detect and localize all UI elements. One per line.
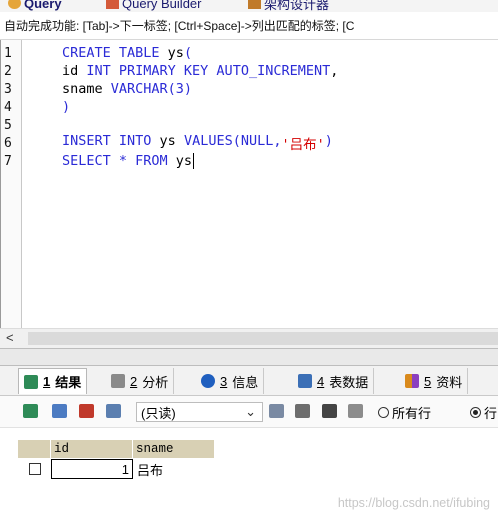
tab-table-data-label: 表数据: [329, 374, 369, 390]
code-token: ): [62, 99, 71, 115]
code-token: '吕布': [281, 137, 325, 153]
code-token: ys: [159, 133, 184, 149]
row-select-checkbox[interactable]: [18, 459, 51, 479]
radio-partial-rows-label: 行: [484, 406, 498, 421]
form-view-icon[interactable]: [106, 404, 121, 418]
editor-tab-strip: Query Query Builder 架构设计器: [0, 0, 498, 12]
export-icon[interactable]: [23, 404, 38, 418]
chevron-down-icon: ⌄: [245, 404, 256, 419]
tab-query[interactable]: Query: [8, 0, 62, 12]
copy-icon[interactable]: [79, 404, 94, 418]
line-number: 2: [4, 63, 12, 79]
line-number: 4: [4, 99, 12, 115]
radio-partial-rows-dot: [470, 407, 481, 418]
code-line[interactable]: 3 sname VARCHAR(3): [1, 80, 192, 98]
tab-info-num: 5: [424, 373, 432, 389]
code-token: ys: [167, 45, 184, 61]
checkbox-icon: [28, 463, 41, 475]
info-icon: [201, 374, 215, 388]
grid-icon: [24, 374, 38, 389]
tab-profiler-label: 分析: [142, 374, 169, 390]
code-token: ,: [330, 63, 339, 79]
profile-icon: [111, 374, 125, 388]
code-line[interactable]: 6 INSERT INTO ys VALUES(NULL, '吕布'): [1, 133, 333, 153]
code-token: sname: [62, 81, 111, 97]
pane-splitter[interactable]: [0, 348, 498, 366]
text-caret: [193, 153, 195, 169]
autocomplete-hint: 自动完成功能: [Tab]->下一标签; [Ctrl+Space]->列出匹配的…: [0, 12, 498, 40]
code-line[interactable]: 7 SELECT * FROM ys: [1, 152, 195, 170]
code-line[interactable]: 2 id INT PRIMARY KEY AUTO_INCREMENT,: [1, 62, 338, 80]
code-token: SELECT * FROM: [62, 153, 176, 169]
code-token: id: [62, 63, 87, 79]
tab-results-num: 1: [43, 374, 51, 389]
result-toolbar: (只读) ⌄ 所有行 行: [0, 396, 498, 428]
code-token: CREATE TABLE: [62, 45, 168, 61]
scroll-left-icon[interactable]: <: [6, 330, 14, 345]
tab-query-builder-label: Query Builder: [122, 0, 202, 11]
tab-profiler-num: 2: [130, 373, 138, 389]
tab-info[interactable]: 5 资料: [400, 368, 469, 394]
code-token: ys: [175, 153, 193, 169]
tab-messages-label: 信息: [232, 374, 259, 390]
line-number: 6: [4, 135, 12, 151]
code-token: INSERT INTO: [62, 133, 160, 149]
query-icon: [8, 0, 21, 9]
radio-all-rows-label: 所有行: [392, 406, 432, 421]
delete-icon[interactable]: [322, 404, 337, 418]
tab-query-builder[interactable]: Query Builder: [106, 0, 201, 12]
result-mode-select[interactable]: (只读) ⌄: [136, 402, 263, 422]
line-number: 7: [4, 153, 12, 169]
tab-schema-designer[interactable]: 架构设计器: [248, 0, 329, 12]
tab-schema-designer-label: 架构设计器: [264, 0, 330, 12]
refresh-icon[interactable]: [348, 404, 363, 418]
table-cell-sname[interactable]: 吕布: [133, 459, 215, 479]
result-mode-value: (只读): [141, 405, 176, 421]
scrollbar-thumb[interactable]: [28, 332, 498, 345]
table-cell-id[interactable]: 1: [51, 459, 133, 479]
schema-designer-icon: [248, 0, 261, 9]
editor-horizontal-scrollbar[interactable]: <: [0, 328, 498, 348]
query-builder-icon: [106, 0, 119, 9]
tab-info-label: 资料: [436, 374, 463, 390]
insert-row-icon[interactable]: [269, 404, 284, 418]
code-line[interactable]: 1 CREATE TABLE ys(: [1, 44, 192, 62]
line-number: 5: [4, 117, 12, 133]
tab-table-data-num: 4: [317, 373, 325, 389]
result-tabs: 1 结果 2 分析 3 信息 4 表数据 5 资料: [0, 366, 498, 396]
import-icon[interactable]: [52, 404, 67, 418]
radio-partial-rows[interactable]: 行: [470, 403, 497, 422]
tab-messages-num: 3: [220, 373, 228, 389]
radio-all-rows-dot: [378, 407, 389, 418]
radio-all-rows[interactable]: 所有行: [378, 403, 431, 422]
tab-messages[interactable]: 3 信息: [196, 368, 265, 394]
code-token: INT PRIMARY KEY AUTO_INCREMENT: [86, 63, 331, 79]
line-number: 3: [4, 81, 12, 97]
tab-results[interactable]: 1 结果: [18, 368, 88, 394]
save-icon[interactable]: [295, 404, 310, 418]
watermark: https://blog.csdn.net/ifubing: [337, 496, 490, 510]
tab-results-label: 结果: [55, 375, 82, 390]
info-chart-icon: [405, 374, 419, 388]
line-number: 1: [4, 45, 12, 61]
code-token: ): [324, 133, 333, 149]
column-header-sname[interactable]: sname: [133, 440, 215, 458]
tab-query-label: Query: [24, 0, 62, 11]
code-token: VALUES(NULL,: [183, 133, 282, 149]
row-header-corner: [18, 440, 51, 458]
column-header-id[interactable]: id: [51, 440, 133, 458]
sql-editor[interactable]: 1 CREATE TABLE ys(2 id INT PRIMARY KEY AUT…: [0, 40, 498, 338]
code-token: (: [183, 45, 193, 61]
table-data-icon: [298, 374, 312, 388]
code-line[interactable]: 5: [1, 116, 21, 134]
tab-table-data[interactable]: 4 表数据: [293, 368, 375, 394]
code-token: VARCHAR(3): [110, 81, 193, 97]
code-line[interactable]: 4): [1, 98, 70, 116]
tab-profiler[interactable]: 2 分析: [106, 368, 175, 394]
